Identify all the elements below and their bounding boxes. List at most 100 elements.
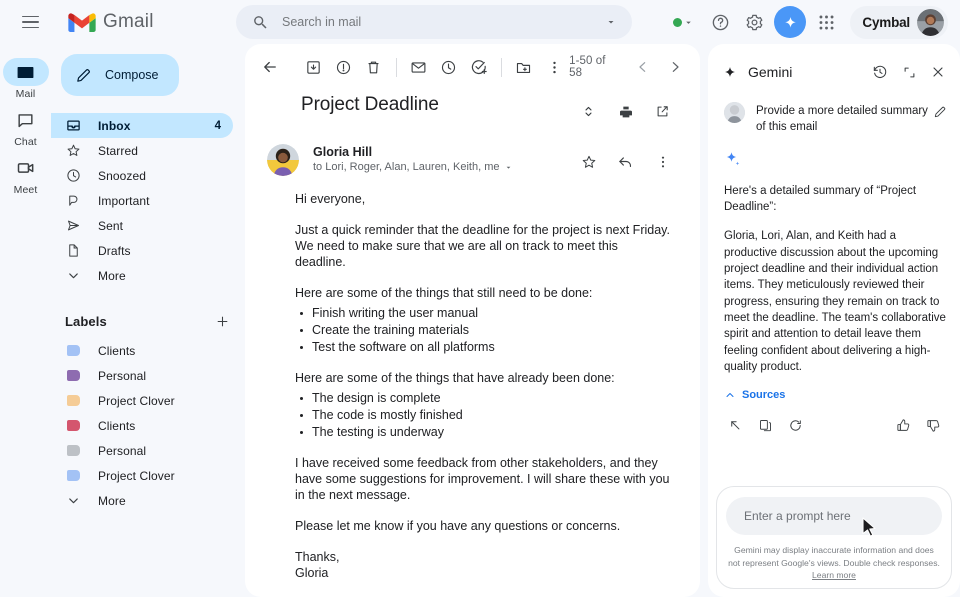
send-icon: [65, 218, 81, 233]
pagination-controls: 1-50 of 58: [569, 52, 694, 83]
rail-item-mail[interactable]: Mail: [0, 54, 51, 100]
inbox-unread-count: 4: [215, 120, 221, 132]
list-item: The code is mostly finished: [295, 407, 678, 423]
copy-icon[interactable]: [752, 412, 778, 438]
rail-item-meet[interactable]: Meet: [0, 150, 51, 196]
star-icon[interactable]: [573, 146, 604, 177]
status-indicator[interactable]: [673, 17, 694, 28]
gear-icon[interactable]: [738, 6, 770, 38]
chevron-left-icon[interactable]: [628, 52, 658, 83]
gemini-footer: Gemini may display inaccurate informatio…: [708, 478, 960, 597]
sidebar-label-snoozed: Snoozed: [98, 169, 146, 183]
search-input[interactable]: [282, 15, 598, 29]
mark-unread-envelope-icon[interactable]: [404, 52, 434, 83]
archive-icon[interactable]: [299, 52, 329, 83]
gmail-logo-icon: [68, 12, 96, 33]
folder-list: Inbox 4 Starred Snoozed: [51, 113, 245, 288]
search-options-chevron-down-icon[interactable]: [598, 9, 624, 35]
sidebar-item-drafts[interactable]: Drafts: [51, 238, 233, 263]
label-item-personal-gray[interactable]: Personal: [51, 438, 233, 463]
gemini-sources-label: Sources: [742, 389, 785, 401]
labels-title: Labels: [65, 314, 107, 329]
insert-arrow-icon[interactable]: [722, 412, 748, 438]
recipients[interactable]: to Lori, Roger, Alan, Lauren, Keith, me: [313, 161, 513, 173]
labels-more-button[interactable]: More: [51, 488, 233, 513]
label-item-clients-blue[interactable]: Clients: [51, 338, 233, 363]
gemini-sparkle-icon: [724, 150, 946, 173]
label-item-clients-red[interactable]: Clients: [51, 413, 233, 438]
search-icon: [250, 14, 270, 31]
thumbs-down-icon[interactable]: [920, 412, 946, 438]
avatar[interactable]: [917, 9, 944, 36]
email-reading-pane: 1-50 of 58 Project Deadline: [245, 44, 700, 597]
expand-icon[interactable]: [895, 58, 923, 86]
todo-list: Finish writing the user manual Create th…: [295, 305, 678, 355]
body-paragraph-3: Please let me know if you have any quest…: [295, 518, 670, 534]
gemini-disclaimer: Gemini may display inaccurate informatio…: [726, 544, 942, 581]
label-item-project-clover-blue[interactable]: Project Clover: [51, 463, 233, 488]
label-item-project-clover-orange[interactable]: Project Clover: [51, 388, 233, 413]
trash-icon[interactable]: [359, 52, 389, 83]
label-color-chip: [65, 345, 81, 356]
subject-row: Project Deadline: [245, 90, 700, 127]
more-vertical-icon[interactable]: [539, 52, 569, 83]
back-arrow-icon[interactable]: [255, 52, 285, 83]
label-text: Personal: [98, 444, 146, 458]
report-spam-icon[interactable]: [329, 52, 359, 83]
open-in-new-icon[interactable]: [647, 96, 678, 127]
thumbs-up-icon[interactable]: [890, 412, 916, 438]
important-marker-icon: [65, 193, 81, 208]
gemini-prompt-input[interactable]: [744, 509, 924, 523]
avatar[interactable]: [267, 144, 299, 176]
gemini-prompt-field[interactable]: [726, 497, 942, 535]
label-color-chip: [65, 470, 81, 481]
move-to-folder-icon[interactable]: [509, 52, 539, 83]
message-header: Gloria Hill to Lori, Roger, Alan, Lauren…: [245, 127, 700, 177]
add-to-tasks-icon[interactable]: [464, 52, 494, 83]
sidebar-label-important: Important: [98, 194, 150, 208]
gemini-sparkle-icon[interactable]: [774, 6, 806, 38]
print-icon[interactable]: [610, 96, 641, 127]
status-chevron-down-icon[interactable]: [683, 17, 694, 28]
plus-icon[interactable]: [211, 310, 233, 332]
draft-page-icon: [65, 243, 81, 258]
triangle-down-icon[interactable]: [504, 163, 513, 172]
sidebar-label-more: More: [98, 269, 126, 283]
sidebar-item-important[interactable]: Important: [51, 188, 233, 213]
sender-name: Gloria Hill: [313, 145, 513, 159]
close-x-icon[interactable]: [924, 58, 952, 86]
labels-more-label: More: [98, 494, 126, 508]
label-item-personal-purple[interactable]: Personal: [51, 363, 233, 388]
snooze-clock-icon[interactable]: [434, 52, 464, 83]
history-clock-icon[interactable]: [866, 58, 894, 86]
rail-item-chat[interactable]: Chat: [0, 102, 51, 148]
gemini-answer-text: Here's a detailed summary of “Project De…: [724, 183, 946, 376]
sidebar-item-snoozed[interactable]: Snoozed: [51, 163, 233, 188]
help-icon[interactable]: [704, 6, 736, 38]
gemini-sources-toggle[interactable]: Sources: [708, 388, 960, 401]
pencil-icon: [75, 67, 92, 84]
apps-grid-icon[interactable]: [810, 6, 842, 38]
compose-button[interactable]: Compose: [61, 54, 179, 96]
hamburger-menu-icon[interactable]: [12, 4, 48, 40]
chevron-down-icon: [65, 493, 81, 508]
message-gloria-hill: Gloria Hill to Lori, Roger, Alan, Lauren…: [245, 127, 700, 581]
search-bar[interactable]: [236, 5, 632, 39]
learn-more-link[interactable]: Learn more: [812, 570, 856, 580]
sidebar-item-starred[interactable]: Starred: [51, 138, 233, 163]
sidebar-item-more[interactable]: More: [51, 263, 233, 288]
account-pill[interactable]: Cymbal: [850, 6, 948, 39]
more-vertical-icon[interactable]: [647, 146, 678, 177]
regenerate-icon[interactable]: [782, 412, 808, 438]
reply-arrow-icon[interactable]: [610, 146, 641, 177]
search-container: [236, 5, 632, 39]
gemini-user-prompt: Provide a more detailed summary of this …: [708, 86, 960, 136]
gemini-response: Here's a detailed summary of “Project De…: [708, 136, 960, 389]
label-color-chip: [65, 370, 81, 381]
sidebar-item-sent[interactable]: Sent: [51, 213, 233, 238]
sidebar-item-inbox[interactable]: Inbox 4: [51, 113, 233, 138]
chevron-right-icon[interactable]: [660, 52, 690, 83]
message-meta: Gloria Hill to Lori, Roger, Alan, Lauren…: [313, 144, 513, 173]
pencil-edit-icon[interactable]: [930, 102, 950, 122]
expand-collapse-icon[interactable]: [573, 96, 604, 127]
